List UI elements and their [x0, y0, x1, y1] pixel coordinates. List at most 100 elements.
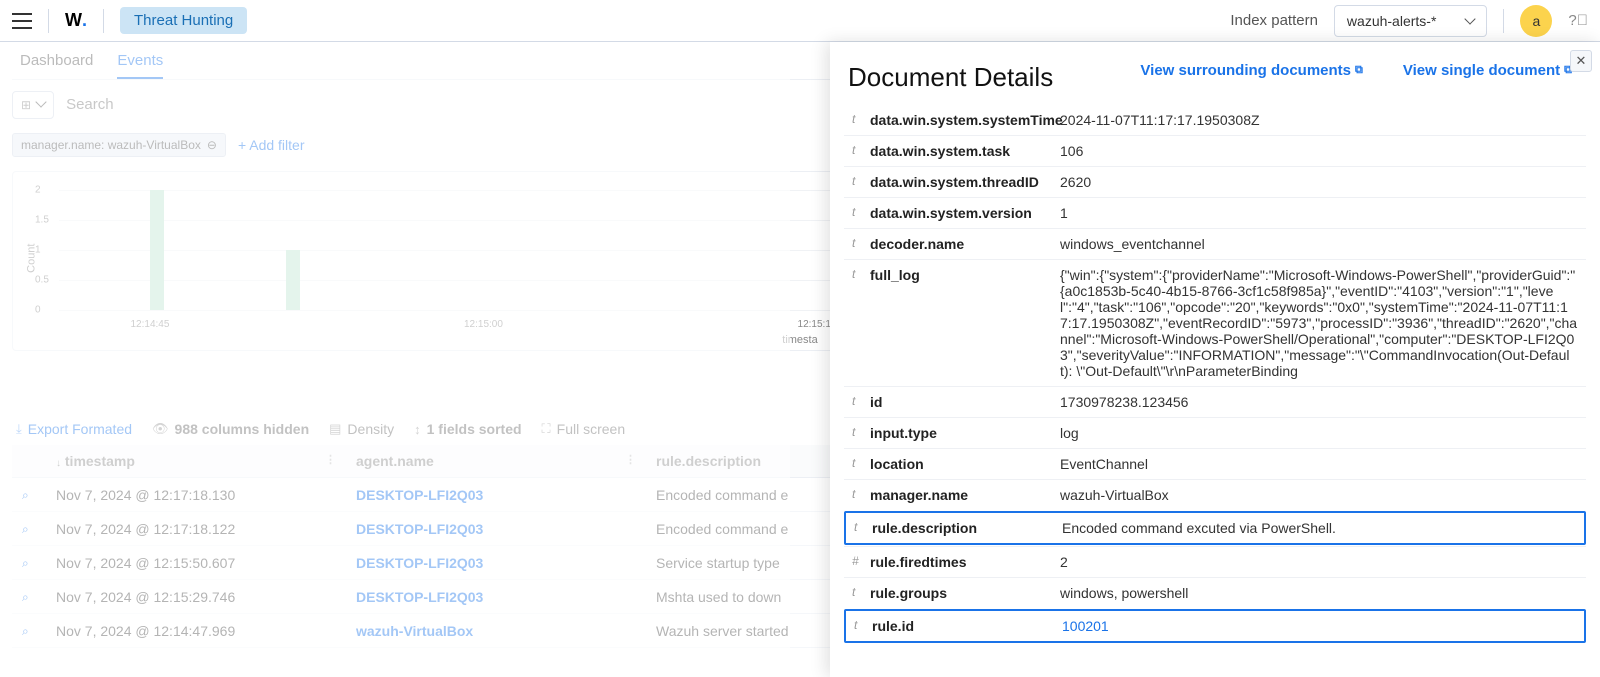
field-row[interactable]: tid1730978238.123456 — [844, 386, 1586, 417]
columns-hidden-button[interactable]: 👁 988 columns hidden — [152, 421, 309, 437]
close-button[interactable]: ✕ — [1570, 50, 1592, 72]
hamburger-menu-icon[interactable] — [12, 13, 32, 29]
field-name: input.type — [870, 425, 1060, 441]
cell-agent-name[interactable]: DESKTOP-LFI2Q03 — [346, 546, 646, 580]
sort-label: 1 fields sorted — [427, 421, 522, 437]
field-row[interactable]: #rule.firedtimes2 — [844, 546, 1586, 577]
view-single-link[interactable]: View single document ⧉ — [1403, 62, 1572, 79]
cell-timestamp: Nov 7, 2024 @ 12:14:47.969 — [46, 614, 346, 648]
tab-dashboard[interactable]: Dashboard — [20, 52, 93, 79]
field-type-icon: t — [852, 267, 870, 281]
chart-x-tick: 12:14:45 — [130, 319, 169, 330]
field-row[interactable]: tdata.win.system.threadID2620 — [844, 166, 1586, 197]
field-value: 2620 — [1060, 174, 1578, 190]
field-type-icon: t — [854, 520, 872, 534]
expand-row-icon[interactable]: ⌕ — [22, 522, 29, 536]
index-pattern-value: wazuh-alerts-* — [1347, 13, 1436, 29]
field-value[interactable]: 100201 — [1062, 618, 1576, 634]
columns-hidden-label: 988 columns hidden — [175, 421, 310, 437]
field-row[interactable]: trule.groupswindows, powershell — [844, 577, 1586, 608]
expand-row-icon[interactable]: ⌕ — [22, 590, 29, 604]
cell-agent-name[interactable]: DESKTOP-LFI2Q03 — [346, 512, 646, 546]
field-row[interactable]: tdata.win.system.task106 — [844, 135, 1586, 166]
field-name: manager.name — [870, 487, 1060, 503]
field-row[interactable]: tdecoder.namewindows_eventchannel — [844, 228, 1586, 259]
cell-agent-name[interactable]: DESKTOP-LFI2Q03 — [346, 478, 646, 512]
field-name: data.win.system.version — [870, 205, 1060, 221]
view-surrounding-link[interactable]: View surrounding documents ⧉ — [1140, 62, 1362, 79]
chevron-down-icon — [1466, 13, 1474, 29]
user-avatar[interactable]: a — [1520, 5, 1552, 37]
eye-off-icon: 👁 — [152, 421, 169, 437]
top-header: W. Threat Hunting Index pattern wazuh-al… — [0, 0, 1600, 42]
field-value: windows_eventchannel — [1060, 236, 1578, 252]
field-type-icon: t — [852, 585, 870, 599]
field-name: rule.firedtimes — [870, 554, 1060, 570]
document-fields-list: tdata.win.system.systemTime2024-11-07T11… — [830, 105, 1600, 677]
fullscreen-label: Full screen — [557, 421, 625, 437]
filter-chip-text: manager.name: wazuh-VirtualBox — [21, 138, 201, 152]
cell-timestamp: Nov 7, 2024 @ 12:15:29.746 — [46, 580, 346, 614]
field-type-icon: # — [852, 554, 870, 568]
field-type-icon: t — [852, 143, 870, 157]
field-row[interactable]: trule.id100201 — [844, 609, 1586, 643]
cell-agent-name[interactable]: DESKTOP-LFI2Q03 — [346, 580, 646, 614]
column-header[interactable]: ↓ timestamp⋮ — [46, 445, 346, 478]
field-value: 1730978238.123456 — [1060, 394, 1578, 410]
view-single-label: View single document — [1403, 62, 1560, 79]
filter-chip-pin-icon: ⊖ — [207, 138, 217, 152]
help-icon[interactable]: ?⃝ — [1568, 12, 1588, 29]
expand-row-icon[interactable]: ⌕ — [22, 488, 29, 502]
field-row[interactable]: tdata.win.system.version1 — [844, 197, 1586, 228]
chart-y-tick: 1 — [35, 245, 41, 256]
filter-chip[interactable]: manager.name: wazuh-VirtualBox ⊖ — [12, 133, 226, 157]
field-value: 1 — [1060, 205, 1578, 221]
field-name: data.win.system.threadID — [870, 174, 1060, 190]
column-header[interactable]: agent.name⋮ — [346, 445, 646, 478]
index-pattern-select[interactable]: wazuh-alerts-* — [1334, 5, 1487, 37]
external-link-icon: ⧉ — [1355, 64, 1363, 77]
flyout-title: Document Details — [848, 62, 1053, 93]
density-button[interactable]: ▤Density — [329, 421, 394, 437]
field-row[interactable]: tdata.win.system.systemTime2024-11-07T11… — [844, 105, 1586, 135]
field-name: decoder.name — [870, 236, 1060, 252]
app-logo[interactable]: W. — [65, 10, 87, 31]
fullscreen-icon: ⛶ — [542, 421, 551, 437]
field-row[interactable]: tfull_log{"win":{"system":{"providerName… — [844, 259, 1586, 386]
field-name: location — [870, 456, 1060, 472]
cell-agent-name[interactable]: wazuh-VirtualBox — [346, 614, 646, 648]
expand-row-icon[interactable]: ⌕ — [22, 624, 29, 638]
sort-button[interactable]: ↕1 fields sorted — [414, 421, 521, 437]
add-filter-button[interactable]: + Add filter — [238, 137, 305, 153]
field-type-icon: t — [852, 112, 870, 126]
divider — [103, 9, 104, 33]
fullscreen-button[interactable]: ⛶ Full screen — [542, 421, 626, 437]
cell-timestamp: Nov 7, 2024 @ 12:17:18.130 — [46, 478, 346, 512]
field-row[interactable]: tmanager.namewazuh-VirtualBox — [844, 479, 1586, 510]
field-row[interactable]: tinput.typelog — [844, 417, 1586, 448]
expand-row-icon[interactable]: ⌕ — [22, 556, 29, 570]
cell-timestamp: Nov 7, 2024 @ 12:17:18.122 — [46, 512, 346, 546]
export-button[interactable]: ⤓Export Formated — [16, 421, 132, 437]
field-name: id — [870, 394, 1060, 410]
field-type-icon: t — [852, 236, 870, 250]
field-type-icon: t — [852, 456, 870, 470]
field-value: {"win":{"system":{"providerName":"Micros… — [1060, 267, 1578, 379]
chart-y-tick: 2 — [35, 185, 41, 196]
field-name: data.win.system.task — [870, 143, 1060, 159]
chart-bar[interactable] — [286, 250, 300, 310]
search-options-button[interactable]: ⊞ — [12, 91, 54, 119]
chart-y-tick: 0.5 — [35, 275, 49, 286]
field-row[interactable]: tlocationEventChannel — [844, 448, 1586, 479]
tab-events[interactable]: Events — [117, 52, 163, 79]
filter-toggle-icon: ⊞ — [21, 98, 31, 112]
field-value: 106 — [1060, 143, 1578, 159]
index-pattern-label: Index pattern — [1230, 12, 1318, 29]
density-label: Density — [347, 421, 394, 437]
cell-timestamp: Nov 7, 2024 @ 12:15:50.607 — [46, 546, 346, 580]
field-type-icon: t — [852, 487, 870, 501]
field-name: data.win.system.systemTime — [870, 112, 1060, 128]
field-row[interactable]: trule.descriptionEncoded command excuted… — [844, 511, 1586, 545]
module-badge[interactable]: Threat Hunting — [120, 7, 247, 34]
chart-bar[interactable] — [150, 190, 164, 310]
